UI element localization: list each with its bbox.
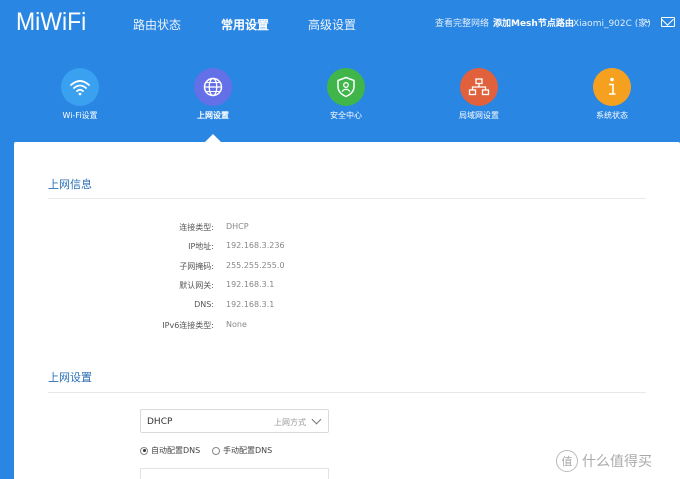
section-title-internet-info: 上网信息 xyxy=(48,178,92,191)
info-row-default-gateway: 默认网关: 192.168.3.1 xyxy=(14,280,414,294)
radio-dot-icon[interactable] xyxy=(212,446,220,455)
info-row-ip-address: IP地址: 192.168.3.236 xyxy=(14,241,414,255)
dns-input[interactable] xyxy=(140,468,329,479)
section-title-internet-settings: 上网设置 xyxy=(48,371,92,384)
tile-label: 局域网设置 xyxy=(459,111,499,120)
wifi-icon xyxy=(61,68,99,106)
radio-label: 自动配置DNS xyxy=(151,446,201,455)
logo: MiWiFi xyxy=(16,8,87,36)
mail-icon[interactable] xyxy=(661,17,675,27)
nav-router-status[interactable]: 路由状态 xyxy=(133,16,181,33)
tile-label: 安全中心 xyxy=(330,111,362,120)
tile-security-center[interactable]: 安全中心 xyxy=(301,68,391,121)
info-value: 192.168.3.1 xyxy=(226,300,275,309)
watermark-text: 什么值得买 xyxy=(582,454,652,470)
shield-icon xyxy=(327,68,365,106)
info-value: DHCP xyxy=(226,222,249,231)
info-label: 连接类型: xyxy=(179,223,214,232)
select-hint: 上网方式 xyxy=(274,418,306,427)
info-label: 默认网关: xyxy=(179,281,214,290)
globe-icon xyxy=(194,68,232,106)
info-label: DNS: xyxy=(194,300,214,309)
info-value: 192.168.3.1 xyxy=(226,280,275,289)
tile-wifi-settings[interactable]: Wi-Fi设置 xyxy=(35,68,125,121)
info-value: 255.255.255.0 xyxy=(226,261,285,270)
tile-label: 系统状态 xyxy=(596,111,628,120)
info-value: None xyxy=(226,320,247,329)
info-label: IP地址: xyxy=(188,242,214,251)
top-header: MiWiFi 路由状态 常用设置 高级设置 查看完整网络 添加Mesh节点路由 … xyxy=(0,0,680,46)
info-label: 子网掩码: xyxy=(179,262,214,271)
select-value: DHCP xyxy=(147,417,173,427)
active-tile-pointer xyxy=(205,134,221,142)
watermark-badge: 值 xyxy=(556,450,578,472)
chevron-down-icon xyxy=(311,414,322,425)
tile-label: 上网设置 xyxy=(197,111,229,120)
device-name[interactable]: Xiaomi_902C (家) xyxy=(573,16,651,29)
divider xyxy=(48,198,646,199)
tile-internet-settings[interactable]: 上网设置 xyxy=(168,68,258,121)
info-row-dns: DNS: 192.168.3.1 xyxy=(14,300,414,314)
connection-mode-select[interactable]: DHCP 上网方式 xyxy=(140,409,329,433)
radio-label: 手动配置DNS xyxy=(223,446,273,455)
network-icon xyxy=(460,68,498,106)
view-full-network-link[interactable]: 查看完整网络 xyxy=(435,16,489,29)
chevron-down-icon[interactable]: ⌄ xyxy=(643,15,651,26)
info-label: IPv6连接类型: xyxy=(162,321,214,330)
divider xyxy=(48,392,646,393)
nav-advanced-settings[interactable]: 高级设置 xyxy=(308,16,356,33)
info-row-ipv6-type: IPv6连接类型: None xyxy=(14,320,414,334)
radio-auto-dns[interactable]: 自动配置DNS xyxy=(140,445,200,456)
tile-lan-settings[interactable]: 局域网设置 xyxy=(434,68,524,121)
info-value: 192.168.3.236 xyxy=(226,241,285,250)
watermark: 值 什么值得买 xyxy=(556,450,652,472)
tile-system-status[interactable]: 系统状态 xyxy=(567,68,657,121)
tile-label: Wi-Fi设置 xyxy=(62,111,98,120)
info-icon xyxy=(593,68,631,106)
nav-common-settings[interactable]: 常用设置 xyxy=(221,16,269,33)
content-card: 上网信息 连接类型: DHCP IP地址: 192.168.3.236 子网掩码… xyxy=(14,142,680,479)
radio-manual-dns[interactable]: 手动配置DNS xyxy=(212,445,272,456)
info-row-subnet-mask: 子网掩码: 255.255.255.0 xyxy=(14,261,414,275)
add-mesh-node-link[interactable]: 添加Mesh节点路由 xyxy=(493,16,574,29)
radio-dot-icon[interactable] xyxy=(140,446,148,455)
info-row-connection-type: 连接类型: DHCP xyxy=(14,222,414,236)
